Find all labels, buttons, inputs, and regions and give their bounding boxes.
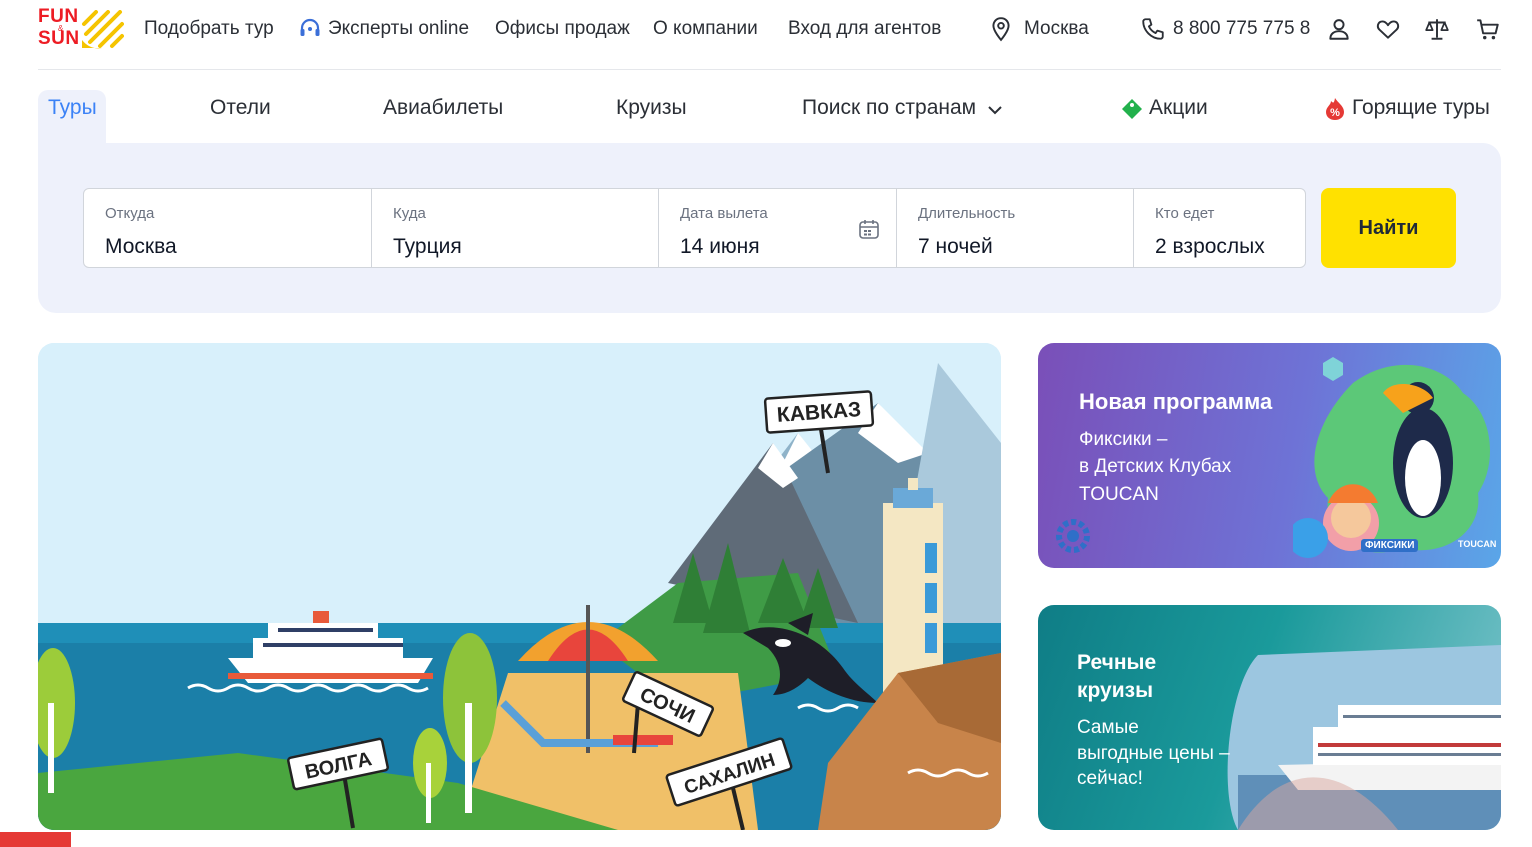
river-text-line3: сейчас!	[1077, 768, 1143, 789]
nav-pick-tour[interactable]: Подобрать тур	[144, 18, 274, 40]
duration-value: 7 ночей	[918, 235, 993, 258]
toucan-fixiki-illustration	[1293, 357, 1490, 558]
from-value: Москва	[105, 235, 177, 258]
to-field[interactable]: Куда Турция	[372, 189, 659, 267]
tab-cruises[interactable]: Круизы	[616, 96, 687, 120]
fixiki-text-line3: TOUCAN	[1079, 484, 1159, 505]
tab-promos[interactable]: Акции	[1149, 96, 1208, 120]
fixiki-text-line2: в Детских Клубах	[1079, 456, 1232, 477]
funsun-logo[interactable]: FUN & SUN	[38, 7, 124, 50]
to-value: Турция	[393, 235, 462, 258]
date-field[interactable]: Дата вылета 14 июня	[659, 189, 897, 267]
nav-about[interactable]: О компании	[653, 18, 758, 40]
location-pin-icon[interactable]	[988, 16, 1014, 42]
nav-agents-login[interactable]: Вход для агентов	[788, 18, 941, 40]
nav-experts-online[interactable]: Эксперты online	[328, 18, 469, 40]
toucan-logo: TOUCAN	[1458, 539, 1497, 549]
headset-icon	[300, 18, 320, 36]
svg-text:%: %	[1330, 107, 1340, 119]
find-button[interactable]: Найти	[1321, 188, 1456, 268]
phone-icon	[1142, 18, 1164, 40]
main-promo-banner[interactable]: КАВКАЗ СОЧИ ВОЛГА САХАЛИН	[38, 343, 1001, 830]
fixiki-text-line1: Фиксики –	[1079, 429, 1168, 450]
search-panel: Откуда Москва Куда Турция Дата вылета 14…	[38, 143, 1501, 313]
site-header: FUN & SUN Подобрать тур Эксперты online …	[38, 0, 1501, 70]
travelers-value: 2 взрослых	[1155, 235, 1265, 258]
tab-hot-tours[interactable]: Горящие туры	[1352, 96, 1490, 120]
nav-offices[interactable]: Офисы продаж	[495, 18, 630, 40]
city-selector[interactable]: Москва	[1024, 18, 1089, 40]
travelers-field[interactable]: Кто едет 2 взрослых	[1134, 189, 1305, 267]
river-cruise-banner[interactable]: Речные круизы Самые выгодные цены – сейч…	[1038, 605, 1501, 830]
fixiki-promo-banner[interactable]: Новая программа Фиксики – в Детских Клуб…	[1038, 343, 1501, 568]
river-text-line2: выгодные цены –	[1077, 743, 1230, 764]
fixiki-title: Новая программа	[1079, 389, 1273, 414]
date-label: Дата вылета	[680, 205, 768, 222]
river-ship-photo	[1227, 645, 1501, 830]
search-form: Откуда Москва Куда Турция Дата вылета 14…	[83, 188, 1306, 268]
user-icon[interactable]	[1326, 16, 1352, 42]
calendar-icon[interactable]	[858, 218, 880, 240]
tag-icon	[1122, 99, 1142, 119]
cart-icon[interactable]	[1475, 16, 1501, 42]
river-title-line2: круизы	[1077, 679, 1154, 702]
river-title-line1: Речные	[1077, 651, 1157, 674]
river-text-line1: Самые	[1077, 717, 1139, 738]
from-label: Откуда	[105, 205, 155, 222]
date-value: 14 июня	[680, 235, 760, 258]
tab-tours-label: Туры	[48, 96, 97, 119]
gear-icon	[1056, 519, 1090, 553]
floating-widget-tab[interactable]	[0, 832, 71, 847]
tab-hotels[interactable]: Отели	[210, 96, 271, 120]
phone-number[interactable]: 8 800 775 775 8	[1173, 18, 1310, 40]
from-field[interactable]: Откуда Москва	[84, 189, 372, 267]
logo-word-bottom: SUN	[38, 28, 80, 49]
travelers-label: Кто едет	[1155, 205, 1215, 222]
fixiki-logo: ФИКСИКИ	[1361, 539, 1419, 552]
tab-tours[interactable]: Туры	[38, 90, 106, 150]
chevron-down-icon[interactable]	[986, 101, 1004, 119]
tab-flights[interactable]: Авиабилеты	[383, 96, 503, 120]
duration-label: Длительность	[918, 205, 1016, 222]
logo-sun-icon	[82, 10, 124, 49]
to-label: Куда	[393, 205, 426, 222]
duration-field[interactable]: Длительность 7 ночей	[897, 189, 1134, 267]
heart-icon[interactable]	[1375, 16, 1401, 42]
scales-icon[interactable]	[1424, 16, 1450, 42]
hot-percent-icon: %	[1326, 98, 1344, 120]
russia-destinations-illustration: КАВКАЗ СОЧИ ВОЛГА САХАЛИН	[38, 343, 1001, 830]
tab-countries[interactable]: Поиск по странам	[802, 96, 976, 120]
